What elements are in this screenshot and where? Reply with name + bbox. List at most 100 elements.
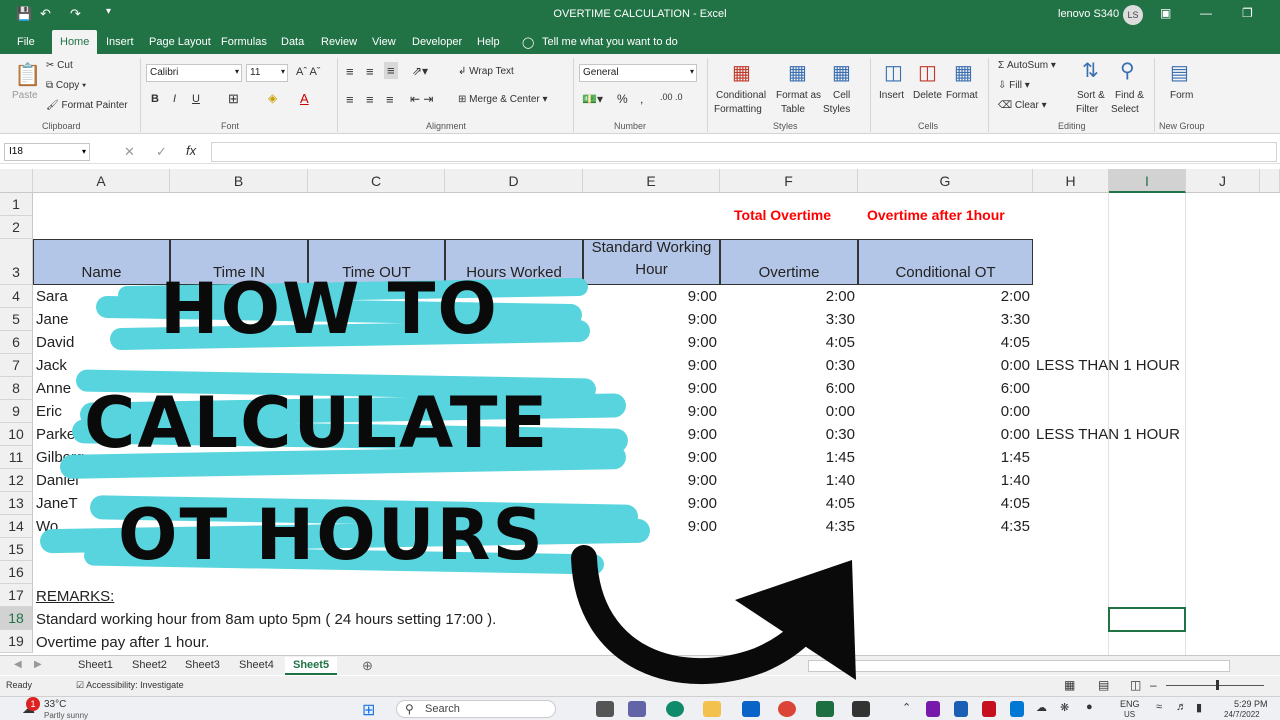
cell-conditional-ot[interactable]: 4:05 [858, 495, 1030, 512]
tab-help[interactable]: Help [477, 36, 500, 48]
wrap-text-button[interactable]: ↲ Wrap Text [458, 66, 514, 77]
conditional-formatting-label2[interactable]: Formatting [714, 104, 762, 115]
cell-name[interactable]: Sara [36, 288, 68, 305]
clock-date[interactable]: 24/7/2022 [1224, 710, 1260, 719]
font-name-select[interactable]: Calibri ▾ [146, 64, 242, 82]
align-right-icon[interactable]: ≡ [386, 92, 394, 107]
tab-view[interactable]: View [372, 36, 396, 48]
format-as-table-icon[interactable]: ▦ [788, 60, 807, 85]
percent-icon[interactable]: % [617, 92, 628, 106]
sheet-tab[interactable]: Sheet1 [70, 657, 121, 675]
row-header[interactable]: 16 [0, 561, 33, 584]
align-top-icon[interactable]: ≡ [346, 64, 354, 79]
row-header[interactable]: 15 [0, 538, 33, 561]
horizontal-scrollbar[interactable] [808, 660, 1230, 672]
tab-file[interactable]: File [17, 36, 35, 48]
select-all-corner[interactable] [0, 169, 33, 193]
sort-filter-icon[interactable]: ⇅ [1082, 58, 1099, 83]
font-color-icon[interactable]: A [300, 91, 309, 106]
cell-standard[interactable]: 9:00 [583, 403, 717, 420]
row-header[interactable]: 5 [0, 308, 33, 331]
minimize-icon[interactable]: — [1200, 6, 1212, 20]
row-header[interactable]: 11 [0, 446, 33, 469]
header-conditional-ot[interactable]: Conditional OT [858, 239, 1033, 285]
overtime-after-label[interactable]: Overtime after 1hour [867, 207, 1005, 223]
row-header[interactable]: 7 [0, 354, 33, 377]
paste-button[interactable]: Paste [12, 90, 38, 101]
volume-icon[interactable]: ♬ [1176, 701, 1187, 713]
row-header[interactable]: 2 [0, 216, 33, 239]
format-cells-icon[interactable]: ▦ [954, 60, 973, 85]
header-standard-hour[interactable]: Standard Working Hour [583, 239, 720, 285]
bold-icon[interactable]: B [151, 93, 159, 105]
cell-name[interactable]: Jane [36, 311, 69, 328]
header-overtime[interactable]: Overtime [720, 239, 858, 285]
cell-conditional-ot[interactable]: 1:45 [858, 449, 1030, 466]
cell-standard[interactable]: 9:00 [583, 449, 717, 466]
cell-overtime[interactable]: 4:05 [720, 495, 855, 512]
tell-me-search[interactable]: Tell me what you want to do [542, 36, 678, 48]
cell-conditional-ot[interactable]: 1:40 [858, 472, 1030, 489]
column-header[interactable]: G [858, 169, 1033, 193]
accessibility-status[interactable]: ☑ Accessibility: Investigate [76, 680, 184, 691]
cell-name[interactable]: David [36, 334, 74, 351]
header-name[interactable]: Name [33, 239, 170, 285]
header-time-in[interactable]: Time IN [170, 239, 308, 285]
cell-standard[interactable]: 9:00 [583, 334, 717, 351]
copy-button[interactable]: ⧉ Copy ▾ [46, 80, 86, 91]
cell-name[interactable]: Wo [36, 518, 58, 535]
cell-conditional-ot[interactable]: 3:30 [858, 311, 1030, 328]
cell-standard[interactable]: 9:00 [583, 357, 717, 374]
font-size-select[interactable]: 11 ▾ [246, 64, 288, 82]
scroll-right-icon[interactable]: ▶ [34, 659, 42, 670]
cell-conditional-ot[interactable]: 4:05 [858, 334, 1030, 351]
remarks-title[interactable]: REMARKS: [36, 588, 114, 605]
wifi-icon[interactable]: ≈ [1156, 701, 1162, 713]
cell-name[interactable]: Parker [36, 426, 80, 443]
format-cells-label[interactable]: Format [946, 90, 978, 101]
row-header[interactable]: 4 [0, 285, 33, 308]
cell-note[interactable]: LESS THAN 1 HOUR [1036, 357, 1180, 374]
fill-button[interactable]: ⇩ Fill ▾ [998, 80, 1030, 91]
chrome-icon[interactable] [778, 701, 796, 717]
align-left-icon[interactable]: ≡ [346, 92, 354, 107]
row-header[interactable]: 8 [0, 377, 33, 400]
column-header[interactable]: D [445, 169, 583, 193]
column-header[interactable]: A [33, 169, 170, 193]
remarks-line-1[interactable]: Standard working hour from 8am upto 5pm … [36, 611, 496, 628]
avatar[interactable]: LS [1123, 5, 1143, 25]
italic-icon[interactable]: I [173, 93, 176, 105]
merge-center-button[interactable]: ⊞ Merge & Center ▾ [458, 94, 548, 105]
cell-note[interactable]: LESS THAN 1 HOUR [1036, 426, 1180, 443]
zoom-out-icon[interactable]: – [1150, 678, 1157, 692]
cell-standard[interactable]: 9:00 [583, 288, 717, 305]
page-layout-icon[interactable]: ▤ [1098, 678, 1109, 692]
language-eng[interactable]: ENG [1120, 699, 1140, 709]
cell-name[interactable]: Jack [36, 357, 67, 374]
onedrive-icon[interactable] [1010, 701, 1024, 717]
enter-icon[interactable]: ✓ [156, 144, 167, 160]
remarks-line-2[interactable]: Overtime pay after 1 hour. [36, 634, 209, 651]
sheet-tab[interactable]: Sheet3 [177, 657, 228, 675]
cancel-icon[interactable]: ✕ [124, 144, 135, 160]
format-as-table-label[interactable]: Format as [776, 90, 821, 101]
excel-taskbar-icon[interactable] [816, 701, 834, 717]
cell-standard[interactable]: 9:00 [583, 426, 717, 443]
form-label[interactable]: Form [1170, 90, 1193, 101]
row-header[interactable]: 9 [0, 400, 33, 423]
decimal-icon[interactable]: .00 .0 [660, 92, 683, 102]
taskbar-search[interactable]: ⚲ Search [396, 700, 556, 718]
tray-chevron-icon[interactable]: ⌃ [902, 701, 911, 714]
clear-button[interactable]: ⌫ Clear ▾ [998, 100, 1047, 111]
cell-overtime[interactable]: 0:30 [720, 426, 855, 443]
normal-view-icon[interactable]: ▦ [1064, 678, 1075, 692]
orientation-icon[interactable]: ⇗▾ [412, 64, 428, 78]
indent-icon[interactable]: ⇤ ⇥ [410, 92, 433, 106]
insert-cells-label[interactable]: Insert [879, 90, 904, 101]
tab-page-layout[interactable]: Page Layout [149, 36, 211, 48]
borders-icon[interactable]: ⊞ [228, 91, 239, 107]
row-header[interactable]: 18 [0, 607, 33, 630]
cell-name[interactable]: Eric [36, 403, 62, 420]
name-box[interactable]: I18 ▾ [4, 143, 90, 161]
insert-function-icon[interactable]: fx [186, 143, 196, 158]
